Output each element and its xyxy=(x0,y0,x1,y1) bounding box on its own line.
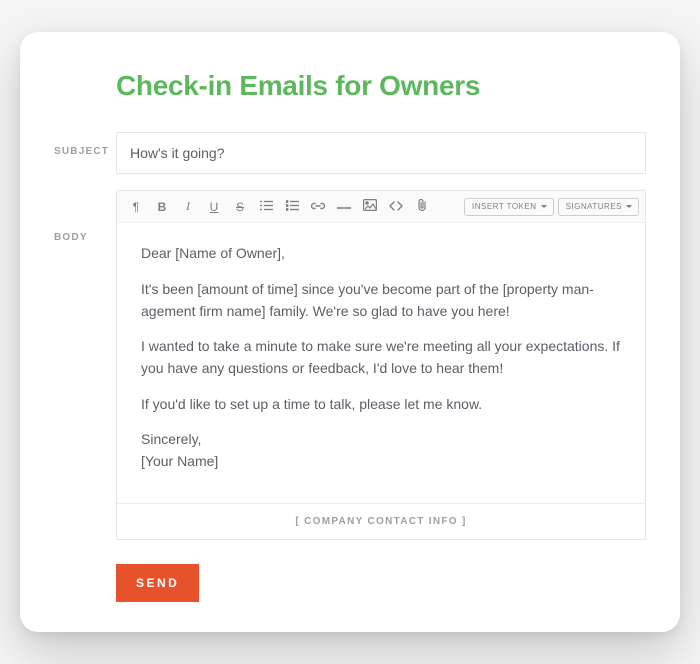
company-contact-placeholder: [ COMPANY CONTACT INFO ] xyxy=(117,503,645,539)
body-paragraph: I wanted to take a minute to make sure w… xyxy=(141,336,621,379)
code-icon xyxy=(389,200,403,214)
ordered-list-button[interactable] xyxy=(253,195,279,219)
subject-label: SUBJECT xyxy=(54,132,116,157)
body-label: BODY xyxy=(54,190,116,243)
paperclip-icon xyxy=(416,198,428,215)
page-title: Check-in Emails for Owners xyxy=(116,70,646,102)
body-paragraph: [Your Name] xyxy=(141,451,621,473)
ordered-list-icon xyxy=(260,200,273,214)
editor-toolbar: ¶ B I U S xyxy=(117,191,645,223)
insert-token-label: INSERT TOKEN xyxy=(472,202,537,211)
link-icon xyxy=(311,200,325,214)
unordered-list-icon xyxy=(286,200,299,214)
subject-input[interactable] xyxy=(116,132,646,174)
body-paragraph: It's been [amount of time] since you've … xyxy=(141,279,621,322)
strike-button[interactable]: S xyxy=(227,195,253,219)
compose-card: Check-in Emails for Owners SUBJECT BODY … xyxy=(20,32,680,632)
body-row: BODY ¶ B I U S xyxy=(54,190,646,540)
bold-button[interactable]: B xyxy=(149,195,175,219)
code-button[interactable] xyxy=(383,195,409,219)
send-button[interactable]: SEND xyxy=(116,564,199,602)
body-paragraph: Dear [Name of Owner], xyxy=(141,243,621,265)
editor: ¶ B I U S xyxy=(116,190,646,540)
signatures-dropdown[interactable]: SIGNATURES xyxy=(558,198,639,216)
link-button[interactable] xyxy=(305,195,331,219)
horizontal-rule-button[interactable] xyxy=(331,195,357,219)
body-paragraph: Sincerely, xyxy=(141,429,621,451)
chevron-down-icon xyxy=(541,205,547,208)
italic-button[interactable]: I xyxy=(175,195,201,219)
signatures-label: SIGNATURES xyxy=(566,202,622,211)
insert-token-dropdown[interactable]: INSERT TOKEN xyxy=(464,198,554,216)
body-paragraph: If you'd like to set up a time to talk, … xyxy=(141,394,621,416)
horizontal-rule-icon xyxy=(337,200,351,214)
body-editor[interactable]: Dear [Name of Owner], It's been [amount … xyxy=(117,223,645,503)
chevron-down-icon xyxy=(626,205,632,208)
subject-row: SUBJECT xyxy=(54,132,646,174)
underline-button[interactable]: U xyxy=(201,195,227,219)
attachment-button[interactable] xyxy=(409,195,435,219)
image-icon xyxy=(363,199,377,214)
image-button[interactable] xyxy=(357,195,383,219)
unordered-list-button[interactable] xyxy=(279,195,305,219)
paragraph-format-button[interactable]: ¶ xyxy=(123,195,149,219)
